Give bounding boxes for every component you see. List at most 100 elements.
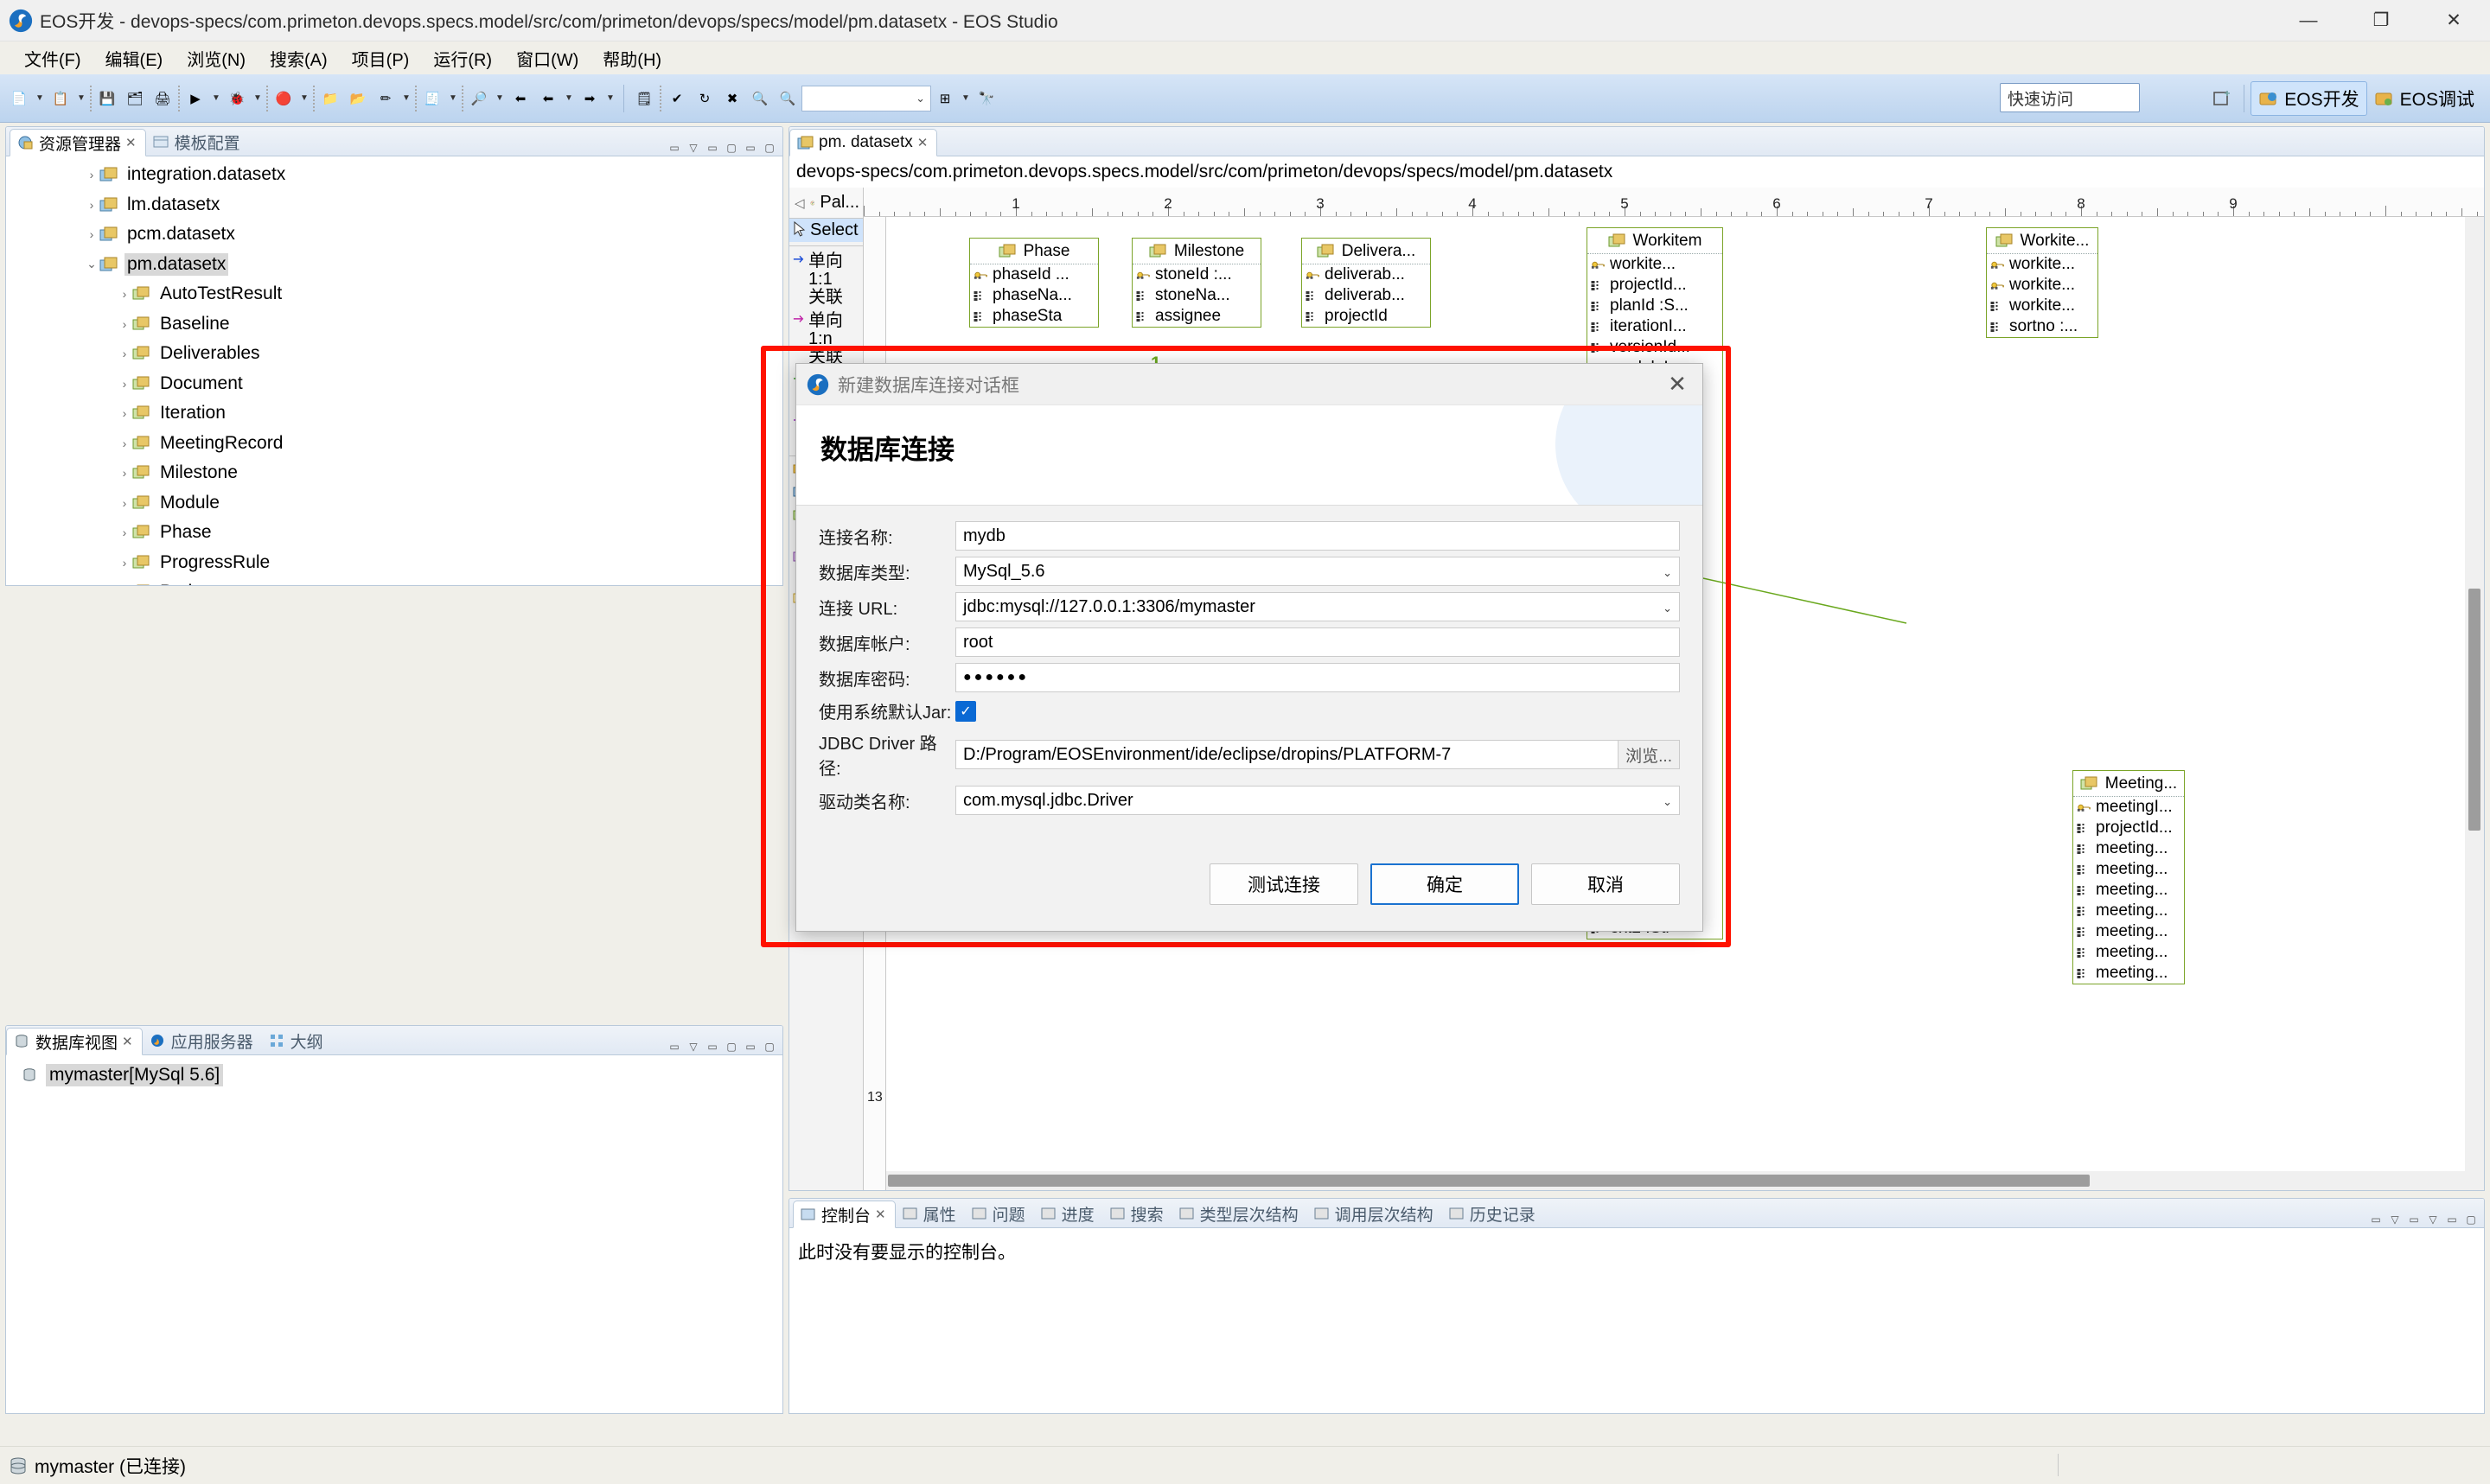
palette-item-uni-1-1[interactable]: 单向1:1 关联 (789, 250, 863, 309)
tree-item-phase[interactable]: › Phase (6, 518, 782, 548)
forward-dropdown-icon[interactable]: ▼ (603, 86, 617, 111)
quick-access-input[interactable]: 快速访问 (2000, 83, 2140, 112)
back-dropdown-icon[interactable]: ▼ (562, 86, 576, 111)
entity-attribute[interactable]: phaseSta (970, 306, 1098, 327)
use-default-jar-checkbox[interactable]: ✓ (955, 700, 976, 722)
dbview-tab-1[interactable]: 应用服务器 (143, 1027, 262, 1054)
entity-attribute[interactable]: iterationI... (1587, 316, 1722, 337)
tree-item-autotestresult[interactable]: › AutoTestResult (6, 279, 782, 309)
menu-item-5[interactable]: 运行(R) (421, 42, 504, 74)
entity-attribute[interactable]: projectId (1302, 306, 1430, 327)
entity-attribute[interactable]: stoneId :... (1133, 264, 1261, 285)
editor-tab-pm-datasetx[interactable]: pm. datasetx ✕ (789, 129, 938, 156)
run-dropdown-icon[interactable]: ▼ (209, 86, 223, 111)
console-view-menu-icon[interactable]: ▽ (2425, 1212, 2441, 1227)
console-maximize-icon[interactable]: ▢ (2463, 1212, 2479, 1227)
tree-item-milestone[interactable]: › Milestone (6, 458, 782, 488)
canvas-horizontal-scrollbar[interactable] (886, 1171, 2484, 1190)
tree-item-project[interactable]: ›Project (6, 577, 782, 585)
tree-item-iteration[interactable]: › Iteration (6, 398, 782, 429)
entity-attribute[interactable]: meeting... (2073, 921, 2184, 942)
tree-item-baseline[interactable]: › Baseline (6, 309, 782, 340)
chevron-down-icon[interactable]: ⌄ (1663, 602, 1672, 615)
new-wizard-dropdown-icon[interactable]: ▼ (74, 86, 88, 111)
entity-attribute[interactable]: meeting... (2073, 838, 2184, 859)
console-tab-close-icon[interactable]: ✕ (875, 1207, 886, 1222)
console-tab-1[interactable]: 属性 (896, 1200, 965, 1227)
chevron-down-icon[interactable]: ⌄ (1663, 566, 1672, 580)
entity-box-workite-[interactable]: Workite... workite... workite... workite...… (1986, 227, 2098, 338)
explorer-tool-1[interactable]: ▽ (686, 140, 701, 156)
binoculars-icon[interactable]: 🔭 (974, 86, 999, 111)
edit-dropdown-icon[interactable]: ▼ (399, 86, 413, 111)
dbview-item-0[interactable]: mymaster[MySql 5.6] (6, 1060, 782, 1090)
ok-button[interactable]: 确定 (1370, 863, 1519, 905)
console-tab-2[interactable]: 问题 (965, 1200, 1034, 1227)
explorer-tool-2[interactable]: ▭ (705, 140, 720, 156)
run-icon[interactable]: ▶ (183, 86, 208, 111)
perspective-eos-dev[interactable]: EOS开发 (2251, 81, 2367, 116)
dialog-close-icon[interactable]: ✕ (1652, 364, 1702, 405)
tree-twisty-icon[interactable]: › (117, 525, 132, 539)
tree-item-pcm-datasetx[interactable]: › pcm.datasetx (6, 220, 782, 250)
palette-item-select[interactable]: Select (789, 219, 863, 242)
console-tab-6[interactable]: 调用层次结构 (1307, 1200, 1442, 1227)
validate-icon[interactable]: ✔ (665, 86, 689, 111)
dbview-tool-4[interactable]: ▭ (743, 1039, 758, 1054)
console-tab-5[interactable]: 类型层次结构 (1172, 1200, 1307, 1227)
tree-item-module[interactable]: › Module (6, 488, 782, 519)
explorer-tool-4[interactable]: ▭ (743, 140, 758, 156)
canvas-vertical-scrollbar[interactable] (2465, 217, 2484, 1171)
dbview-list[interactable]: mymaster[MySql 5.6] (6, 1055, 782, 1413)
tree-twisty-icon[interactable]: ⌄ (84, 257, 99, 271)
perspective-eos-debug[interactable]: EOS调试 (2367, 81, 2481, 116)
tree-item-progressrule[interactable]: › ProgressRule (6, 548, 782, 578)
canvas-vscroll-thumb[interactable] (2468, 589, 2480, 831)
palette-item-uni-1-n[interactable]: 单向1:n 关联 (789, 309, 863, 369)
explorer-tool-3[interactable]: ▢ (724, 140, 739, 156)
new-file-dropdown-icon[interactable]: ▼ (33, 86, 47, 111)
entity-attribute[interactable]: phaseId ... (970, 264, 1098, 285)
explorer-tab-1[interactable]: 模板配置 (146, 128, 249, 156)
tree-item-pm-datasetx[interactable]: ⌄ pm.datasetx (6, 250, 782, 280)
entity-attribute[interactable]: assignee (1133, 306, 1261, 327)
dbview-tool-5[interactable]: ▢ (762, 1039, 777, 1054)
palette-collapse-icon[interactable]: ◁ (795, 195, 805, 211)
explorer-tool-0[interactable]: ▭ (667, 140, 682, 156)
tree-twisty-icon[interactable]: › (117, 556, 132, 570)
field-input-4[interactable]: ●●●●●● (955, 663, 1680, 692)
save-icon[interactable]: 💾 (95, 86, 119, 111)
test-connection-button[interactable]: 测试连接 (1210, 863, 1358, 905)
entity-attribute[interactable]: meeting... (2073, 963, 2184, 984)
menu-item-4[interactable]: 项目(P) (340, 42, 422, 74)
dbview-tab-2[interactable]: 大纲 (262, 1027, 332, 1054)
minimize-button[interactable]: — (2272, 0, 2345, 41)
new-class-dropdown-icon[interactable]: ▼ (446, 86, 460, 111)
dbview-tool-1[interactable]: ▽ (686, 1039, 701, 1054)
menu-item-1[interactable]: 编辑(E) (93, 42, 176, 74)
console-minimize-icon[interactable]: ▭ (2368, 1212, 2384, 1227)
explorer-tab-0[interactable]: 资源管理器 ✕ (10, 129, 146, 156)
open-folder-icon[interactable]: 📂 (346, 86, 370, 111)
entity-attribute[interactable]: meeting... (2073, 880, 2184, 901)
entity-attribute[interactable]: projectId... (1587, 275, 1722, 296)
field-input-6[interactable]: D:/Program/EOSEnvironment/ide/eclipse/dr… (955, 740, 1680, 769)
tree-twisty-icon[interactable]: › (117, 466, 132, 480)
layout-dropdown-icon[interactable]: ▼ (959, 86, 973, 111)
dbview-tool-0[interactable]: ▭ (667, 1039, 682, 1054)
editor-tab-close-icon[interactable]: ✕ (917, 135, 929, 150)
entity-attribute[interactable]: workite... (1587, 254, 1722, 275)
palette-header[interactable]: ◁ Pal... (789, 188, 863, 219)
tree-twisty-icon[interactable]: › (84, 227, 99, 241)
menu-item-2[interactable]: 浏览(N) (175, 42, 258, 74)
menu-item-7[interactable]: 帮助(H) (591, 42, 674, 74)
dbview-tab-0[interactable]: 数据库视图 ✕ (6, 1028, 143, 1055)
entity-box-meeting-[interactable]: Meeting... meetingI... projectId... meeting… (2072, 770, 2185, 984)
tree-twisty-icon[interactable]: › (84, 198, 99, 212)
forward-icon[interactable]: ➡ (578, 86, 602, 111)
tree-twisty-icon[interactable]: › (117, 496, 132, 510)
deploy-dropdown-icon[interactable]: ▼ (297, 86, 311, 111)
zoom-in-icon[interactable]: 🔍 (748, 86, 772, 111)
entity-attribute[interactable]: versionId... (1587, 337, 1722, 358)
tree-item-meetingrecord[interactable]: › MeetingRecord (6, 429, 782, 459)
